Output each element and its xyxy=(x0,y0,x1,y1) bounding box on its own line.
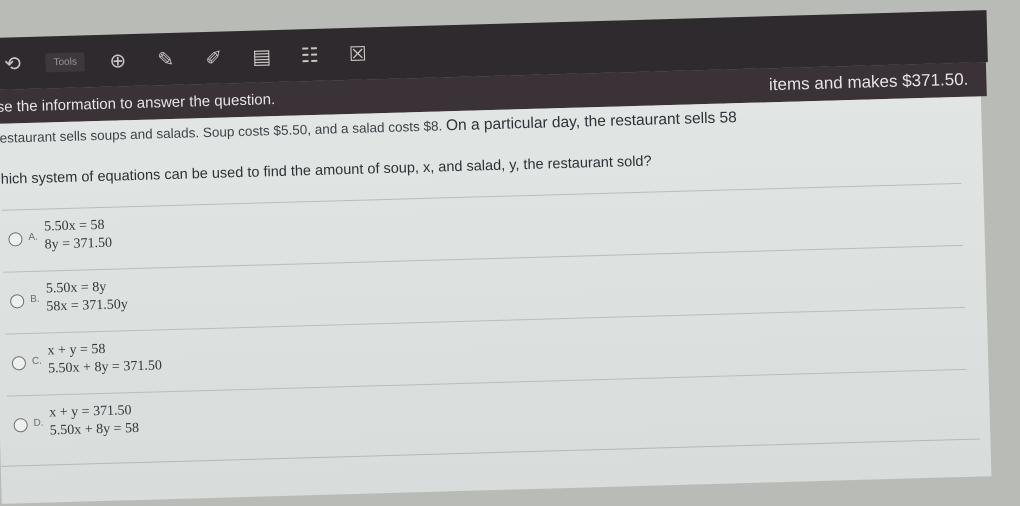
choice-equation: x + y = 58 xyxy=(47,341,106,359)
zoom-icon[interactable]: ⊕ xyxy=(102,45,133,76)
stem-intro: estaurant sells soups and salads. Soup c… xyxy=(0,118,447,146)
stem-trailing-text: items and makes $371.50. xyxy=(768,69,969,95)
choice-letter: B. xyxy=(29,293,40,305)
radio-button[interactable] xyxy=(8,232,23,247)
choice-equation: 5.50x + 8y = 371.50 xyxy=(47,358,163,377)
stem-middle: On a particular day, the restaurant sell… xyxy=(445,109,738,135)
question-panel: estaurant sells soups and salads. Soup c… xyxy=(0,96,992,504)
tools-label[interactable]: Tools xyxy=(45,51,86,72)
choice-equation: x + y = 371.50 xyxy=(49,403,132,421)
choice-equation: 58x = 371.50y xyxy=(46,297,128,315)
choice-equation: 8y = 371.50 xyxy=(44,235,113,253)
radio-button[interactable] xyxy=(13,418,28,433)
pencil-icon[interactable]: ✎ xyxy=(150,44,181,75)
instruction-text: se the information to answer the questio… xyxy=(0,90,276,116)
screen: ⟲ Tools ⊕ ✎ ✐ ▤ ☷ ☒ se the information t… xyxy=(0,0,1002,506)
calculator-icon[interactable]: ▤ xyxy=(246,41,277,72)
choice-equation: 5.50x = 8y xyxy=(45,279,107,297)
choice-letter: C. xyxy=(31,355,43,367)
back-icon[interactable]: ⟲ xyxy=(0,48,28,79)
choice-equation: 5.50x + 8y = 58 xyxy=(49,420,140,439)
radio-button[interactable] xyxy=(9,294,25,309)
notes-icon[interactable]: ☷ xyxy=(294,40,325,71)
radio-button[interactable] xyxy=(11,356,27,371)
choice-equation: 5.50x = 58 xyxy=(43,217,105,235)
question-prompt: hich system of equations can be used to … xyxy=(0,153,652,188)
eliminator-icon[interactable]: ☒ xyxy=(342,38,373,69)
choice-letter: A. xyxy=(28,231,39,243)
choice-letter: D. xyxy=(33,417,44,429)
highlighter-icon[interactable]: ✐ xyxy=(198,42,229,73)
